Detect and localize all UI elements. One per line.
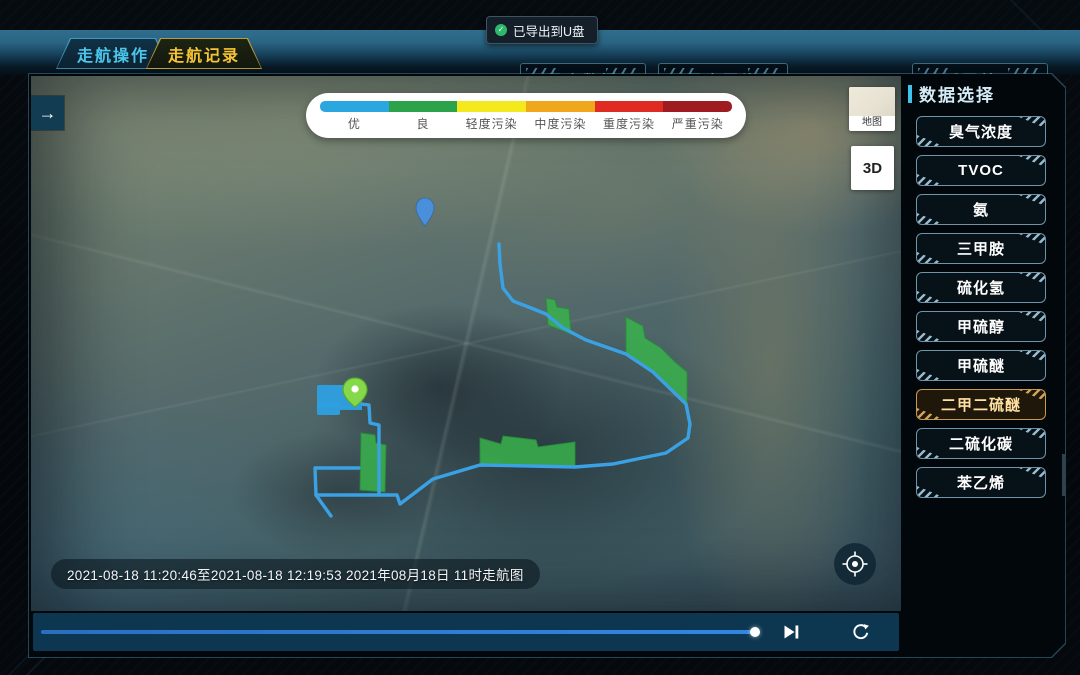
legend-swatch xyxy=(457,101,526,112)
legend-label: 优 xyxy=(320,115,389,132)
content-frame: 优 良 轻度污染 中度污染 重度污染 严重污染 → 地图 3D xyxy=(28,73,1066,658)
export-success-toast: ✓ 已导出到U盘 xyxy=(486,16,598,44)
legend-swatch xyxy=(526,101,595,112)
pollution-wall xyxy=(360,298,687,492)
tab-label: 走航操作 xyxy=(77,42,149,66)
title-accent-bar xyxy=(908,85,912,103)
item-label: 三甲胺 xyxy=(957,238,1005,259)
corner-hatch-icon xyxy=(1019,351,1045,362)
corner-hatch-icon xyxy=(1019,468,1045,479)
legend-label: 重度污染 xyxy=(595,115,664,132)
map-3d-toggle-button[interactable]: 3D xyxy=(851,146,894,190)
map-layer-switcher[interactable]: 地图 xyxy=(849,87,895,131)
corner-hatch-icon xyxy=(1019,117,1045,128)
sidebar-item-methyl-sulfide[interactable]: 甲硫醚 xyxy=(916,350,1046,381)
frame-notch-decoration xyxy=(1062,454,1066,496)
corner-hatch-icon xyxy=(917,330,943,341)
legend-swatch xyxy=(320,101,389,112)
corner-hatch-icon xyxy=(917,408,943,419)
data-select-sidebar: 数据选择 臭气浓度 TVOC 氨 三甲胺 硫化氢 甲硫醇 甲硫醚 二甲二硫醚 二… xyxy=(906,74,1067,657)
sidebar-item-dimethyl-disulfide[interactable]: 二甲二硫醚 xyxy=(916,389,1046,420)
success-check-icon: ✓ xyxy=(495,24,507,36)
legend-swatch xyxy=(595,101,664,112)
sidebar-item-trimethylamine[interactable]: 三甲胺 xyxy=(916,233,1046,264)
app-root: 走航操作 走航记录 导出数据 导出图片 返回首页 ✓ 已导出到U盘 xyxy=(0,0,1080,675)
locate-compass-button[interactable] xyxy=(834,543,876,585)
legend-swatch xyxy=(663,101,732,112)
item-label: 硫化氢 xyxy=(957,277,1005,298)
legend-swatch xyxy=(389,101,458,112)
crosshair-target-icon xyxy=(840,549,870,579)
corner-hatch-icon xyxy=(1019,195,1045,206)
skip-to-end-button[interactable] xyxy=(781,622,801,642)
legend-label: 中度污染 xyxy=(526,115,595,132)
legend-label: 轻度污染 xyxy=(457,115,526,132)
corner-hatch-icon xyxy=(917,291,943,302)
item-label: 氨 xyxy=(973,199,989,220)
sidebar-title-text: 数据选择 xyxy=(919,81,995,106)
playback-handle[interactable] xyxy=(750,627,760,637)
route-time-range-label: 2021-08-18 11:20:46至2021-08-18 12:19:53 … xyxy=(51,559,540,589)
sidebar-item-hydrogen-sulfide[interactable]: 硫化氢 xyxy=(916,272,1046,303)
legend-label: 严重污染 xyxy=(663,115,732,132)
location-pin-icon xyxy=(416,198,434,226)
item-label: 臭气浓度 xyxy=(949,121,1013,142)
layer-label: 地图 xyxy=(849,116,895,131)
corner-hatch-icon xyxy=(1019,429,1045,440)
playback-progress xyxy=(41,630,755,634)
sidebar-item-ammonia[interactable]: 氨 xyxy=(916,194,1046,225)
item-label: 甲硫醚 xyxy=(957,355,1005,376)
sidebar-title: 数据选择 xyxy=(908,81,995,106)
corner-hatch-icon xyxy=(1019,234,1045,245)
corner-hatch-icon xyxy=(917,252,943,263)
map-viewport[interactable]: 优 良 轻度污染 中度污染 重度污染 严重污染 → 地图 3D xyxy=(31,76,901,611)
item-label: 甲硫醇 xyxy=(957,316,1005,337)
panel-expand-arrow-button[interactable]: → xyxy=(31,96,64,130)
item-label: TVOC xyxy=(958,162,1004,179)
aqi-color-bar xyxy=(320,101,732,112)
corner-hatch-icon xyxy=(917,447,943,458)
sidebar-item-tvoc[interactable]: TVOC xyxy=(916,155,1046,186)
corner-hatch-icon xyxy=(917,213,943,224)
sidebar-item-methyl-mercaptan[interactable]: 甲硫醇 xyxy=(916,311,1046,342)
timestamp-text: 2021-08-18 11:20:46至2021-08-18 12:19:53 … xyxy=(67,564,524,584)
sidebar-item-carbon-disulfide[interactable]: 二硫化碳 xyxy=(916,428,1046,459)
sidebar-item-odor-concentration[interactable]: 臭气浓度 xyxy=(916,116,1046,147)
refresh-button[interactable] xyxy=(851,622,871,642)
corner-hatch-icon xyxy=(1019,390,1045,401)
corner-hatch-icon xyxy=(917,369,943,380)
route-layer xyxy=(31,76,901,611)
tab-navigation-record[interactable]: 走航记录 xyxy=(146,38,262,69)
3d-label: 3D xyxy=(863,160,882,177)
legend-label: 良 xyxy=(389,115,458,132)
corner-hatch-icon xyxy=(1019,273,1045,284)
tab-label: 走航记录 xyxy=(168,42,240,66)
playback-track[interactable] xyxy=(41,630,881,634)
corner-hatch-icon xyxy=(917,135,943,146)
aqi-legend: 优 良 轻度污染 中度污染 重度污染 严重污染 xyxy=(306,93,746,138)
map-thumbnail xyxy=(849,87,895,116)
arrow-right-icon: → xyxy=(39,103,57,124)
toast-message: 已导出到U盘 xyxy=(513,21,585,40)
item-label: 二甲二硫醚 xyxy=(941,394,1021,415)
item-label: 二硫化碳 xyxy=(949,433,1013,454)
item-label: 苯乙烯 xyxy=(957,472,1005,493)
corner-hatch-icon xyxy=(917,174,943,185)
sidebar-item-styrene[interactable]: 苯乙烯 xyxy=(916,467,1046,498)
corner-hatch-icon xyxy=(1019,312,1045,323)
corner-hatch-icon xyxy=(917,486,943,497)
playback-bar xyxy=(33,613,899,651)
corner-hatch-icon xyxy=(1019,156,1045,167)
